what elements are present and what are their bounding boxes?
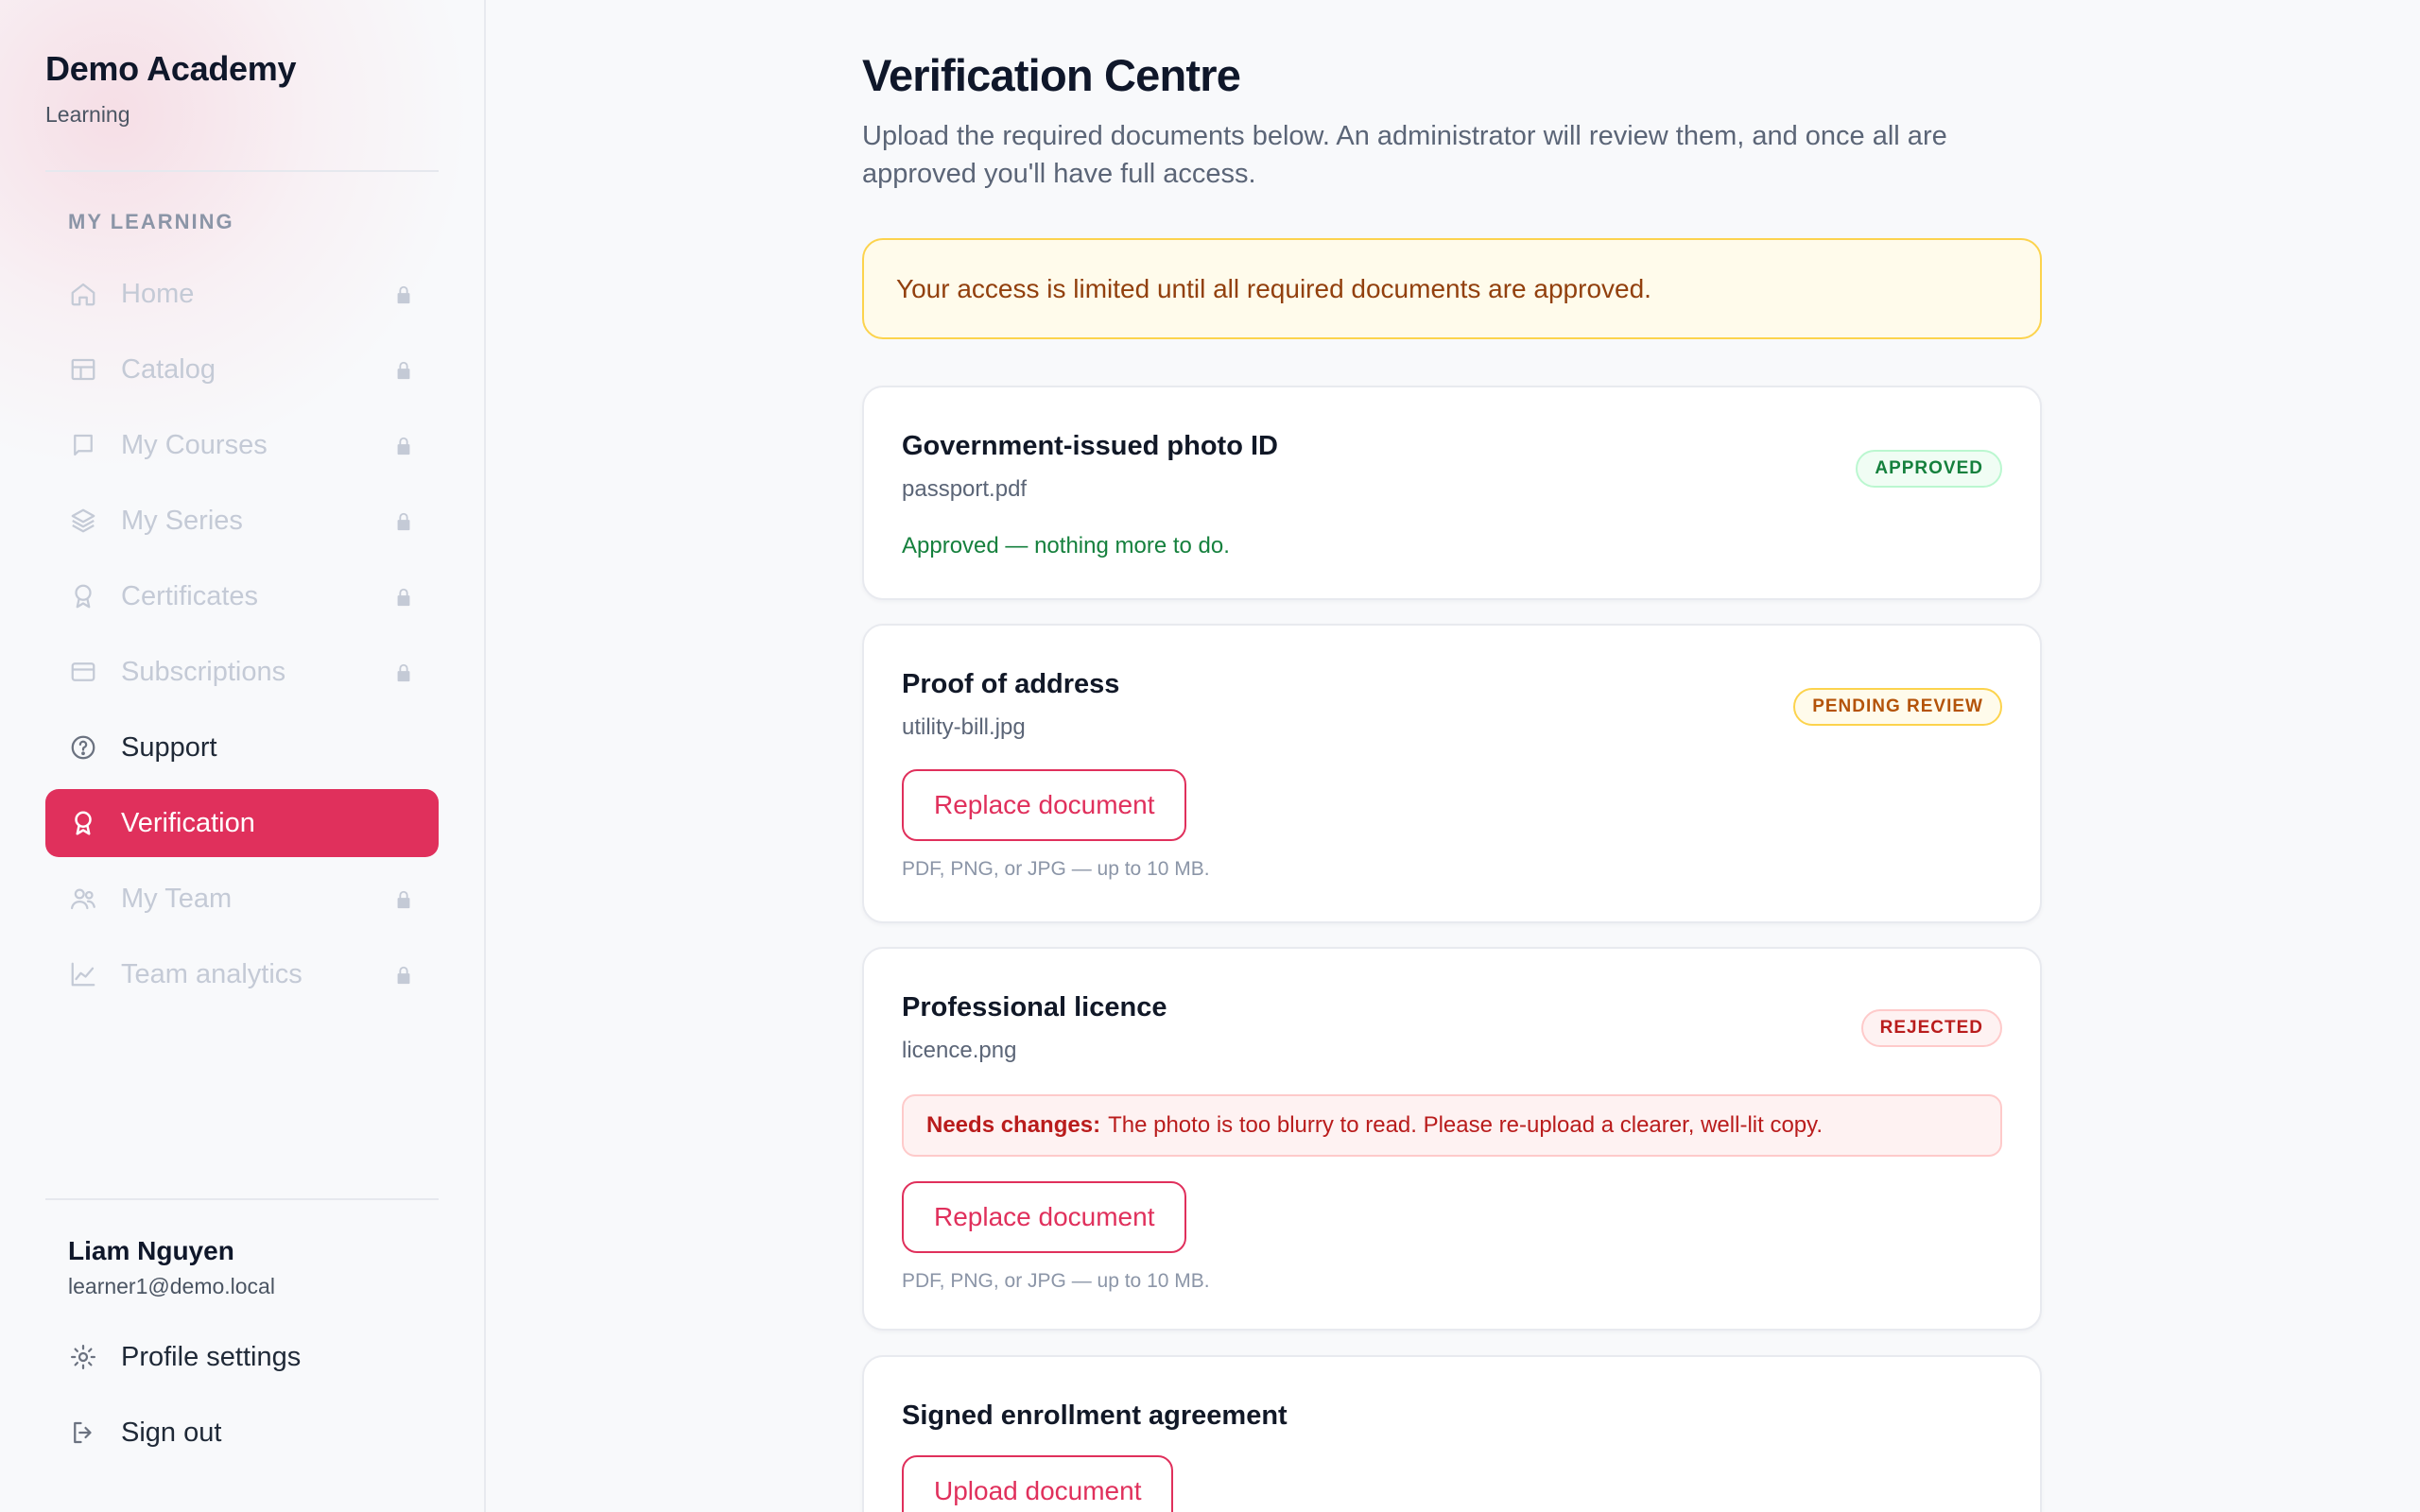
document-card-photo-id: Government-issued photo ID passport.pdf … [862, 386, 2042, 600]
lock-icon [397, 437, 410, 455]
profile-settings-link[interactable]: Profile settings [45, 1323, 439, 1391]
file-type-hint: PDF, PNG, or JPG — up to 10 MB. [902, 858, 1210, 880]
sidebar-item-label: My Team [121, 883, 233, 914]
award-icon [68, 808, 98, 838]
app-root: Demo Academy Learning MY LEARNING Home C… [0, 0, 2420, 1512]
document-filename: utility-bill.jpg [902, 714, 1026, 740]
sidebar-item-label: Team analytics [121, 958, 302, 989]
lock-icon [397, 361, 410, 380]
upload-document-button[interactable]: Upload document [902, 1455, 1174, 1512]
sidebar-item-label: Subscriptions [121, 656, 286, 687]
replace-document-button[interactable]: Replace document [902, 769, 1187, 841]
lock-icon [397, 966, 410, 985]
sidebar-item-label: Support [121, 731, 217, 763]
lock-icon [397, 588, 410, 607]
section-label: MY LEARNING [68, 210, 234, 233]
sidebar-item-subscriptions[interactable]: Subscriptions [45, 638, 439, 706]
access-limited-banner: Your access is limited until all require… [862, 238, 2042, 339]
document-title: Proof of address [902, 669, 1120, 699]
document-filename: passport.pdf [902, 476, 1028, 502]
lock-icon [397, 890, 410, 909]
card-icon [68, 657, 98, 687]
award-icon [68, 581, 98, 611]
document-filename: licence.png [902, 1038, 1017, 1063]
sign-out-icon [68, 1418, 98, 1448]
sidebar-item-team-analytics[interactable]: Team analytics [45, 940, 439, 1008]
document-title: Professional licence [902, 992, 1167, 1022]
sidebar-item-verification[interactable]: Verification [45, 789, 439, 857]
account-nav: Profile settings Sign out [45, 1323, 439, 1474]
help-circle-icon [68, 732, 98, 763]
sidebar-item-label: Catalog [121, 353, 216, 385]
lock-icon [397, 285, 410, 304]
book-icon [68, 430, 98, 460]
status-badge: APPROVED [1856, 450, 2002, 488]
sidebar-item-label: Certificates [121, 580, 259, 611]
rejection-label: Needs changes: [926, 1112, 1101, 1138]
approved-message: Approved — nothing more to do. [902, 533, 1230, 558]
page-title: Verification Centre [862, 50, 1241, 100]
sidebar-item-label: Home [121, 278, 195, 309]
layers-icon [68, 506, 98, 536]
sidebar-item-home[interactable]: Home [45, 260, 439, 328]
status-badge: REJECTED [1860, 1009, 2002, 1047]
rejection-reason: The photo is too blurry to read. Please … [1108, 1112, 1824, 1138]
document-title: Signed enrollment agreement [902, 1400, 1288, 1431]
gear-icon [68, 1342, 98, 1372]
sign-out-link[interactable]: Sign out [45, 1399, 439, 1467]
sidebar-nav: Home Catalog My Courses My Series Certif… [45, 260, 439, 1016]
lock-icon [397, 663, 410, 682]
lock-icon [397, 512, 410, 531]
sidebar-item-label: My Courses [121, 429, 268, 460]
sidebar-item-support[interactable]: Support [45, 713, 439, 782]
status-badge: PENDING REVIEW [1793, 688, 2002, 726]
sidebar-item-my-courses[interactable]: My Courses [45, 411, 439, 479]
file-type-hint: PDF, PNG, or JPG — up to 10 MB. [902, 1270, 1210, 1292]
sign-out-label: Sign out [121, 1417, 222, 1448]
brand-title: Demo Academy [45, 49, 297, 88]
sidebar-divider [45, 170, 439, 172]
user-name: Liam Nguyen [68, 1236, 234, 1265]
sidebar-item-my-team[interactable]: My Team [45, 865, 439, 933]
sidebar-item-label: Verification [121, 807, 255, 838]
document-card-enrollment-agreement: Signed enrollment agreement Upload docum… [862, 1355, 2042, 1512]
users-icon [68, 884, 98, 914]
rejection-notice: Needs changes: The photo is too blurry t… [902, 1094, 2002, 1157]
document-title: Government-issued photo ID [902, 431, 1278, 461]
chart-icon [68, 959, 98, 989]
brand-subtitle: Learning [45, 102, 130, 127]
sidebar-item-catalog[interactable]: Catalog [45, 335, 439, 404]
sidebar-divider [45, 1198, 439, 1200]
document-card-proof-of-address: Proof of address utility-bill.jpg PENDIN… [862, 624, 2042, 923]
user-block: Liam Nguyen learner1@demo.local [68, 1236, 275, 1299]
sidebar-item-my-series[interactable]: My Series [45, 487, 439, 555]
sidebar-item-certificates[interactable]: Certificates [45, 562, 439, 630]
profile-settings-label: Profile settings [121, 1341, 302, 1372]
replace-document-button[interactable]: Replace document [902, 1181, 1187, 1253]
page-description: Upload the required documents below. An … [862, 121, 1947, 189]
sidebar-item-label: My Series [121, 505, 243, 536]
user-email: learner1@demo.local [68, 1274, 275, 1298]
catalog-icon [68, 354, 98, 385]
home-icon [68, 279, 98, 309]
sidebar: Demo Academy Learning MY LEARNING Home C… [0, 0, 486, 1512]
brand: Demo Academy Learning [45, 49, 296, 128]
document-card-professional-licence: Professional licence licence.png REJECTE… [862, 947, 2042, 1331]
